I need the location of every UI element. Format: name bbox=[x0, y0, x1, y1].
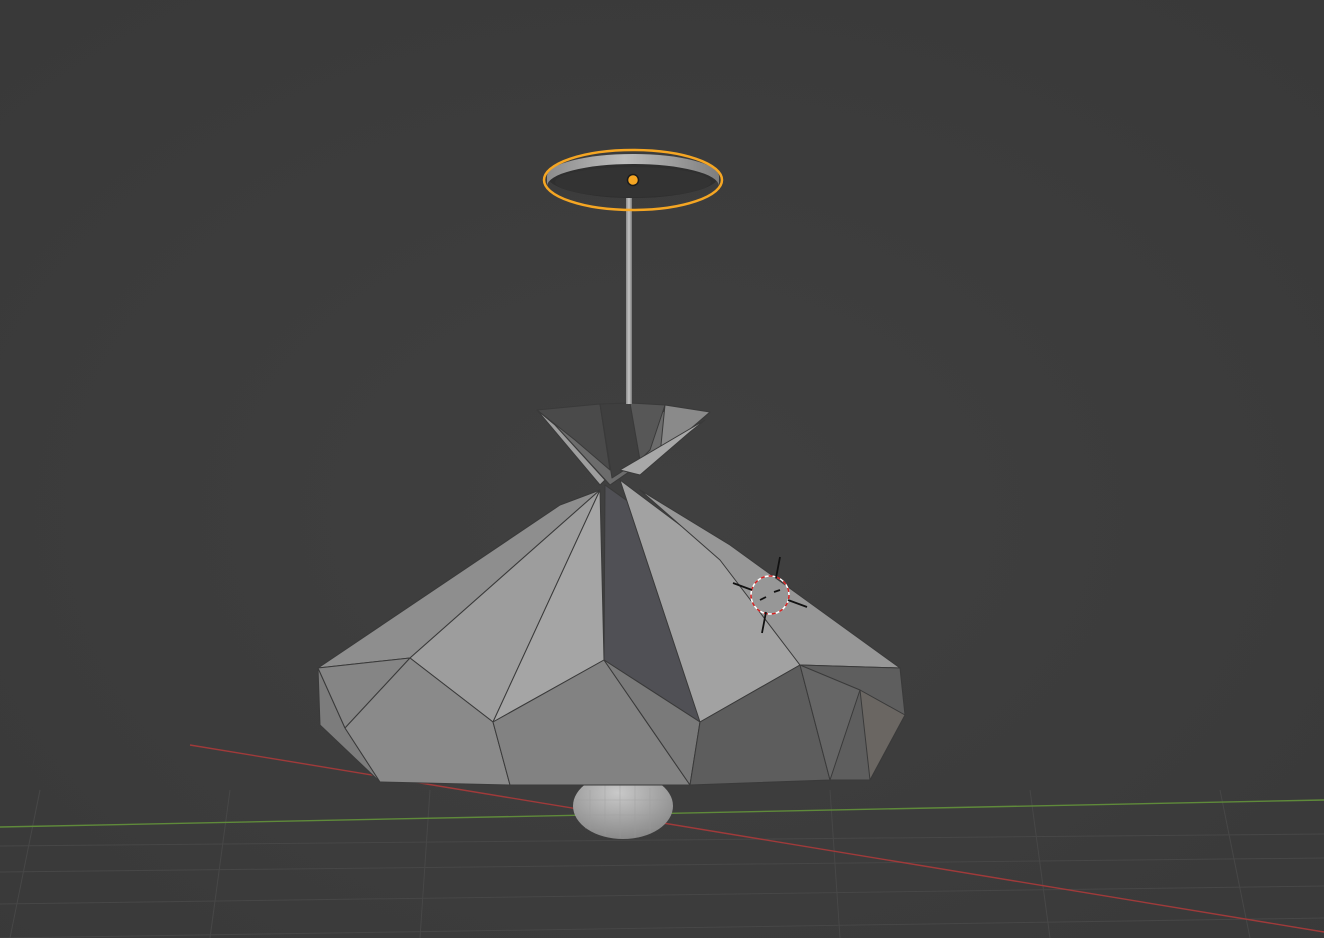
object-origin-dot[interactable] bbox=[626, 173, 640, 187]
3d-viewport[interactable] bbox=[0, 0, 1324, 938]
suspension-rod[interactable] bbox=[626, 186, 632, 404]
